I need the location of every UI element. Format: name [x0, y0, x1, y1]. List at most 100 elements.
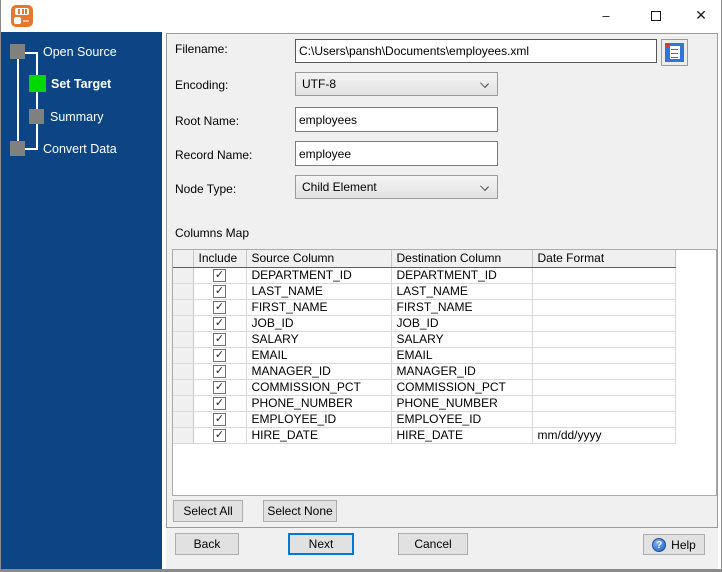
- source-column-cell[interactable]: JOB_ID: [246, 315, 392, 332]
- help-button[interactable]: ? Help: [643, 534, 705, 555]
- destination-column-cell[interactable]: HIRE_DATE: [391, 427, 533, 444]
- encoding-select[interactable]: UTF-8: [295, 72, 498, 96]
- table-row: ✓ DEPARTMENT_ID DEPARTMENT_ID: [173, 267, 676, 284]
- row-selector[interactable]: [173, 283, 194, 300]
- select-all-button[interactable]: Select All: [173, 500, 243, 522]
- source-column-cell[interactable]: MANAGER_ID: [246, 363, 392, 380]
- source-column-cell[interactable]: DEPARTMENT_ID: [246, 267, 392, 284]
- destination-column-header: Destination Column: [391, 250, 533, 268]
- destination-column-cell[interactable]: JOB_ID: [391, 315, 533, 332]
- destination-column-cell[interactable]: PHONE_NUMBER: [391, 395, 533, 412]
- include-checkbox[interactable]: ✓: [213, 316, 226, 330]
- cancel-button[interactable]: Cancel: [398, 533, 468, 555]
- destination-column-cell[interactable]: FIRST_NAME: [391, 299, 533, 316]
- row-selector[interactable]: [173, 379, 194, 396]
- row-selector[interactable]: [173, 363, 194, 380]
- row-selector[interactable]: [173, 411, 194, 428]
- columns-map-table: Include Source Column Destination Column…: [172, 249, 717, 496]
- date-format-cell[interactable]: [532, 363, 676, 380]
- source-column-cell[interactable]: SALARY: [246, 331, 392, 348]
- bottom-button-bar: Back Next Cancel ? Help: [166, 528, 718, 569]
- date-format-cell[interactable]: [532, 395, 676, 412]
- destination-column-cell[interactable]: COMMISSION_PCT: [391, 379, 533, 396]
- title-bar: – ✕: [1, 0, 721, 32]
- include-checkbox[interactable]: ✓: [213, 380, 226, 394]
- minimize-icon[interactable]: –: [590, 1, 622, 30]
- help-button-label: Help: [671, 537, 696, 552]
- node-type-value: Child Element: [302, 180, 377, 194]
- date-format-cell[interactable]: [532, 379, 676, 396]
- table-row: ✓ PHONE_NUMBER PHONE_NUMBER: [173, 395, 676, 412]
- step-marker-open-source: [10, 44, 25, 59]
- include-checkbox[interactable]: ✓: [213, 348, 226, 362]
- root-name-label: Root Name:: [175, 114, 240, 128]
- step-marker-set-target: [29, 75, 46, 92]
- table-row: ✓ COMMISSION_PCT COMMISSION_PCT: [173, 379, 676, 396]
- app-icon: [11, 5, 33, 27]
- maximize-icon[interactable]: [640, 1, 672, 30]
- date-format-cell[interactable]: [532, 283, 676, 300]
- date-format-cell[interactable]: [532, 331, 676, 348]
- source-column-cell[interactable]: LAST_NAME: [246, 283, 392, 300]
- include-checkbox[interactable]: ✓: [213, 300, 226, 314]
- row-selector[interactable]: [173, 427, 194, 444]
- source-column-cell[interactable]: PHONE_NUMBER: [246, 395, 392, 412]
- row-selector[interactable]: [173, 395, 194, 412]
- root-name-input[interactable]: [295, 107, 498, 132]
- row-selector[interactable]: [173, 331, 194, 348]
- destination-column-cell[interactable]: MANAGER_ID: [391, 363, 533, 380]
- sidebar-item-open-source: Open Source: [43, 45, 117, 59]
- chevron-down-icon: [480, 182, 489, 191]
- row-selector[interactable]: [173, 299, 194, 316]
- include-checkbox[interactable]: ✓: [213, 428, 226, 442]
- encoding-value: UTF-8: [302, 77, 336, 91]
- sidebar-item-summary: Summary: [50, 110, 104, 124]
- include-checkbox[interactable]: ✓: [213, 396, 226, 410]
- columns-map-title: Columns Map: [175, 226, 250, 240]
- date-format-cell[interactable]: mm/dd/yyyy: [532, 427, 676, 444]
- include-checkbox[interactable]: ✓: [213, 412, 226, 426]
- browse-file-button[interactable]: [661, 39, 688, 66]
- destination-column-cell[interactable]: DEPARTMENT_ID: [391, 267, 533, 284]
- source-column-cell[interactable]: EMPLOYEE_ID: [246, 411, 392, 428]
- date-format-cell[interactable]: [532, 299, 676, 316]
- table-row: ✓ LAST_NAME LAST_NAME: [173, 283, 676, 300]
- step-marker-summary: [29, 109, 44, 124]
- include-checkbox[interactable]: ✓: [213, 364, 226, 378]
- destination-column-cell[interactable]: LAST_NAME: [391, 283, 533, 300]
- step-connector-line: [17, 52, 19, 150]
- help-icon: ?: [652, 537, 667, 552]
- wizard-steps-sidebar: Open Source Set Target Summary Convert D…: [1, 32, 162, 569]
- include-checkbox[interactable]: ✓: [213, 268, 226, 282]
- next-button[interactable]: Next: [288, 533, 354, 555]
- date-format-column-header: Date Format: [532, 250, 676, 268]
- content-panel: Filename: Encoding: UTF-8 Root Name: Rec…: [166, 33, 718, 528]
- date-format-cell[interactable]: [532, 411, 676, 428]
- back-button[interactable]: Back: [175, 533, 239, 555]
- close-icon[interactable]: ✕: [685, 1, 717, 30]
- include-checkbox[interactable]: ✓: [213, 332, 226, 346]
- date-format-cell[interactable]: [532, 315, 676, 332]
- table-row: ✓ JOB_ID JOB_ID: [173, 315, 676, 332]
- node-type-select[interactable]: Child Element: [295, 175, 498, 199]
- date-format-cell[interactable]: [532, 347, 676, 364]
- date-format-cell[interactable]: [532, 267, 676, 284]
- source-column-cell[interactable]: COMMISSION_PCT: [246, 379, 392, 396]
- file-browse-icon: [665, 43, 684, 62]
- source-column-cell[interactable]: EMAIL: [246, 347, 392, 364]
- row-selector[interactable]: [173, 267, 194, 284]
- select-none-button[interactable]: Select None: [263, 500, 337, 522]
- destination-column-cell[interactable]: EMAIL: [391, 347, 533, 364]
- record-name-input[interactable]: [295, 141, 498, 166]
- sidebar-item-set-target: Set Target: [51, 77, 112, 91]
- destination-column-cell[interactable]: SALARY: [391, 331, 533, 348]
- row-selector[interactable]: [173, 347, 194, 364]
- node-type-label: Node Type:: [175, 182, 237, 196]
- include-checkbox[interactable]: ✓: [213, 284, 226, 298]
- row-selector[interactable]: [173, 315, 194, 332]
- table-row: ✓ SALARY SALARY: [173, 331, 676, 348]
- source-column-cell[interactable]: FIRST_NAME: [246, 299, 392, 316]
- filename-input[interactable]: [295, 39, 657, 63]
- source-column-cell[interactable]: HIRE_DATE: [246, 427, 392, 444]
- destination-column-cell[interactable]: EMPLOYEE_ID: [391, 411, 533, 428]
